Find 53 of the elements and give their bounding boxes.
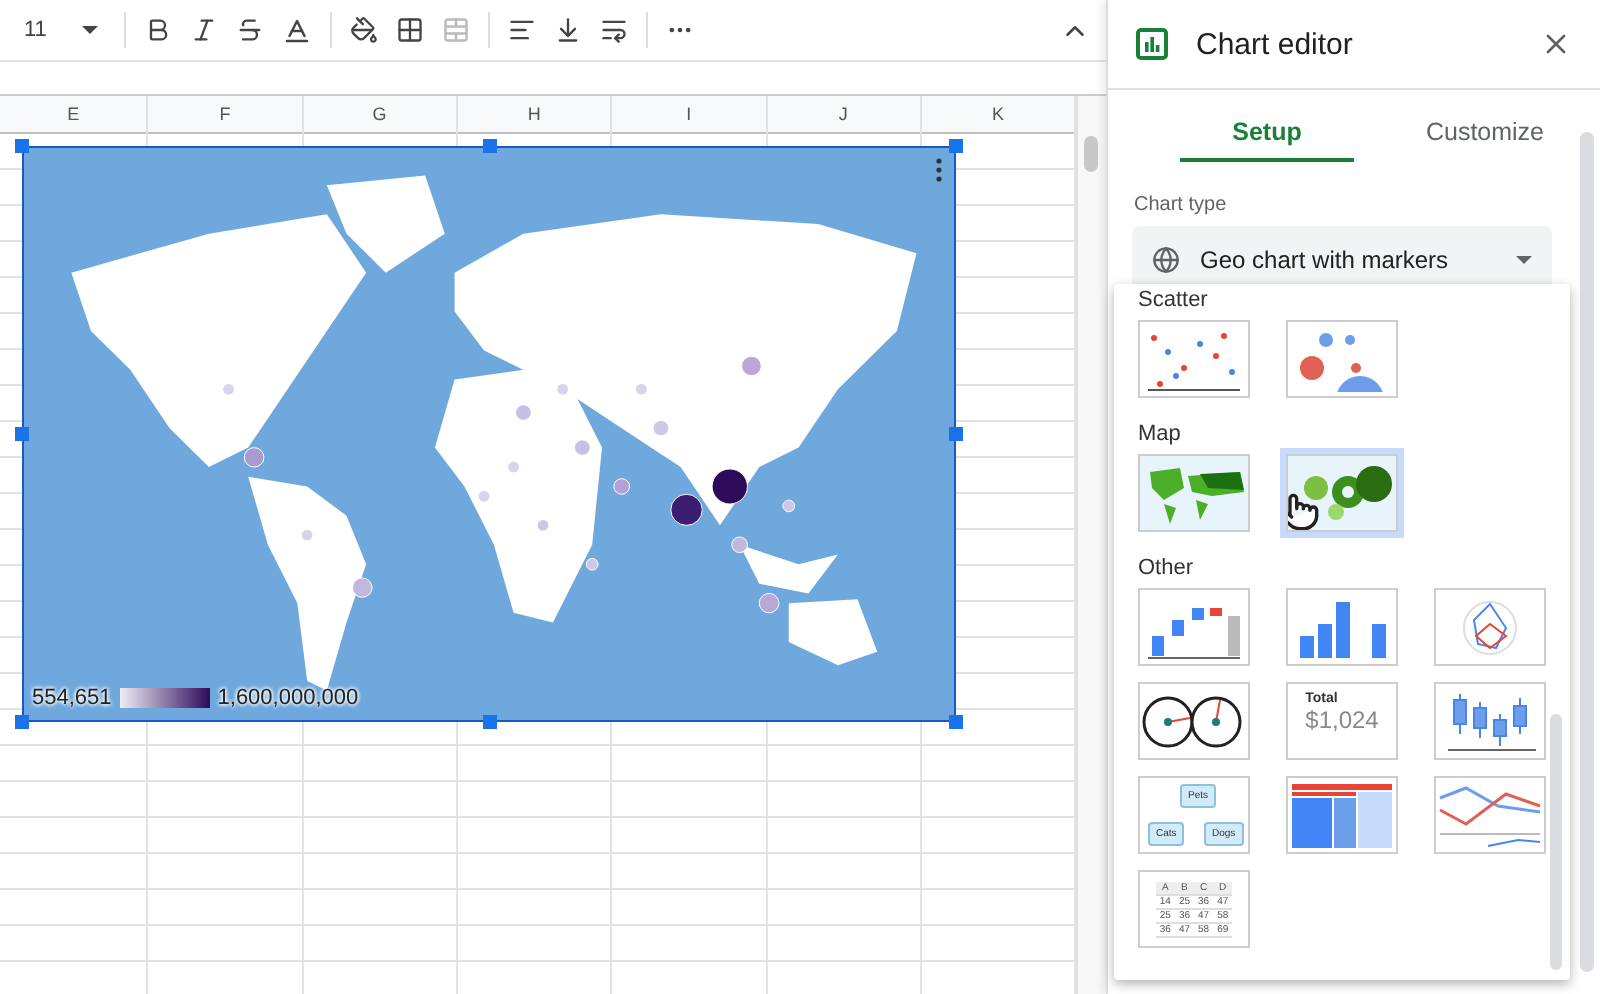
- scrollbar-thumb[interactable]: [1084, 136, 1099, 172]
- tab[interactable]: Setup: [1180, 102, 1354, 162]
- align-icon[interactable]: [508, 16, 537, 44]
- globe-icon: [1152, 245, 1180, 273]
- legend-gradient: [119, 688, 210, 708]
- field-label: Chart type: [1134, 194, 1229, 216]
- geo-chart[interactable]: 554,651 1,600,000,000: [22, 146, 956, 722]
- treemap-chart-thumbnail: [1290, 781, 1394, 849]
- resize-handle[interactable]: [15, 139, 29, 153]
- hand-cursor-icon: [1288, 492, 1320, 530]
- panel-title: Chart editor: [1196, 27, 1355, 61]
- column-header[interactable]: G: [303, 96, 456, 134]
- merge-cells-icon[interactable]: [442, 16, 471, 44]
- borders-icon[interactable]: [396, 16, 425, 44]
- chart-menu-icon[interactable]: [936, 158, 942, 182]
- legend-max-label: 1,600,000,000: [217, 686, 359, 710]
- scorecard-value: $1,024: [1305, 706, 1379, 734]
- chart-type-option[interactable]: [1138, 320, 1250, 398]
- chart-type-option[interactable]: [1286, 454, 1398, 532]
- text-wrap-icon[interactable]: [600, 16, 629, 44]
- section-title: Scatter: [1138, 288, 1210, 312]
- font-size-dropdown[interactable]: 11: [16, 18, 107, 42]
- legend-min-label: 554,651: [32, 686, 112, 710]
- resize-handle[interactable]: [949, 715, 963, 729]
- strikethrough-icon[interactable]: [236, 16, 265, 44]
- chart-icon: [1136, 28, 1168, 60]
- text-color-icon[interactable]: [282, 15, 313, 45]
- scrollbar-thumb[interactable]: [1580, 132, 1594, 972]
- vertical-align-icon[interactable]: [554, 16, 583, 44]
- column-header[interactable]: K: [921, 96, 1075, 134]
- dropdown-arrow-icon: [82, 26, 99, 34]
- geo-chart-thumbnail: [1140, 456, 1248, 530]
- column-header[interactable]: E: [0, 96, 147, 134]
- scrollbar-thumb[interactable]: [1550, 714, 1562, 970]
- italic-icon[interactable]: [190, 16, 219, 44]
- section-title: Other: [1138, 556, 1196, 580]
- tab[interactable]: Customize: [1398, 102, 1572, 162]
- column-header[interactable]: F: [148, 96, 302, 134]
- bold-icon[interactable]: [144, 16, 173, 44]
- resize-handle[interactable]: [15, 427, 29, 441]
- resize-handle[interactable]: [949, 427, 963, 441]
- column-header[interactable]: H: [457, 96, 611, 134]
- resize-handle[interactable]: [15, 715, 29, 729]
- scatter-chart-thumbnail: [1144, 327, 1244, 391]
- column-header[interactable]: J: [767, 96, 920, 134]
- fill-color-icon[interactable]: [350, 16, 379, 44]
- chart-type-option[interactable]: [1138, 682, 1250, 760]
- column-header[interactable]: I: [612, 96, 766, 134]
- section-title: Map: [1138, 422, 1183, 446]
- dropdown-arrow-icon: [1516, 255, 1532, 263]
- geo-marker-chart-thumbnail: [1288, 456, 1396, 530]
- resize-handle[interactable]: [949, 139, 963, 153]
- timeline-chart-thumbnail: [1438, 781, 1542, 849]
